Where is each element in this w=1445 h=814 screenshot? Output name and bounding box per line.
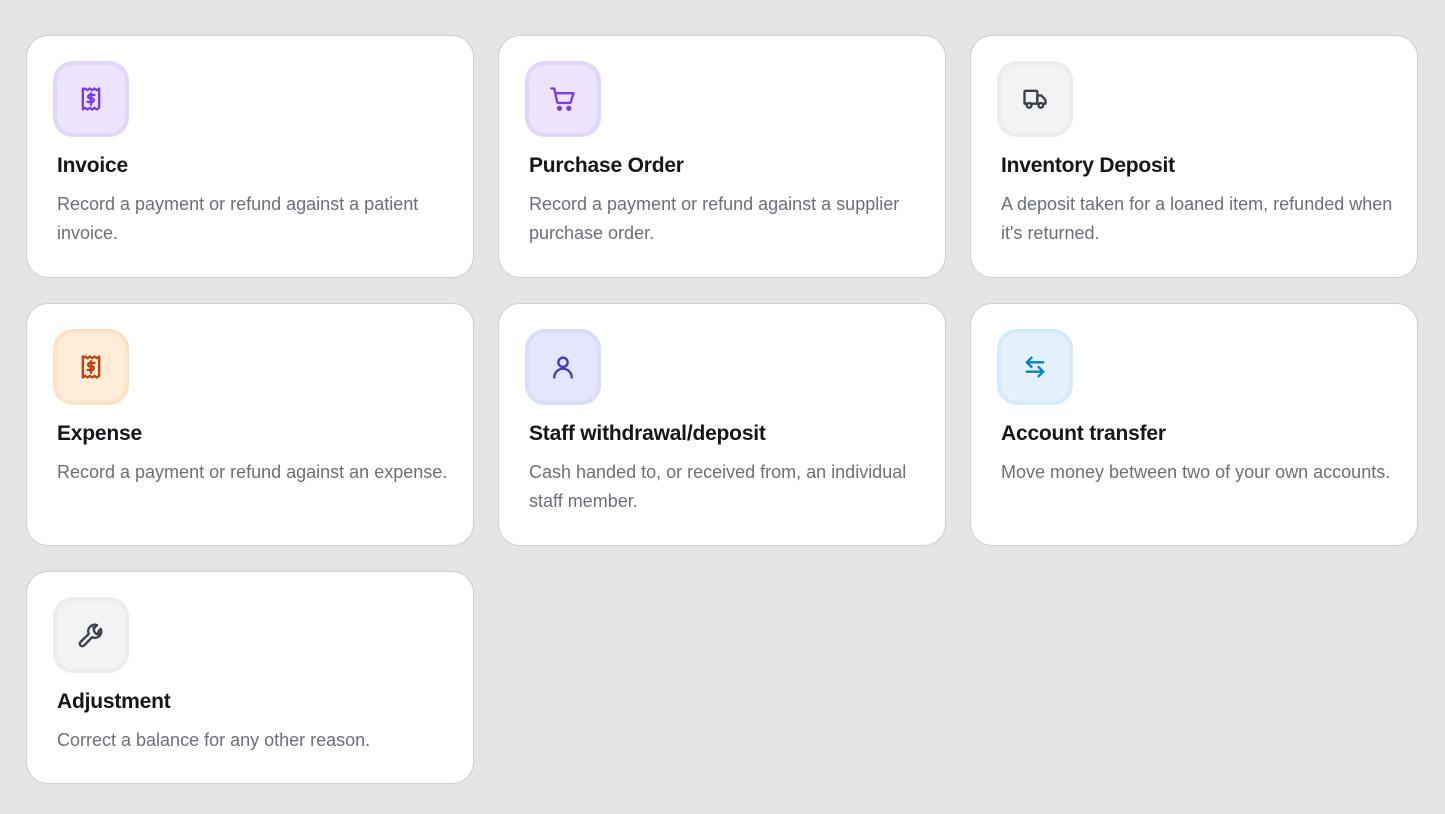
expense-card[interactable]: Expense Record a payment or refund again…: [26, 303, 474, 546]
transaction-type-grid: Invoice Record a payment or refund again…: [26, 35, 1418, 814]
account-transfer-card[interactable]: Account transfer Move money between two …: [970, 303, 1418, 546]
card-title: Invoice: [57, 154, 128, 177]
wrench-icon: [78, 623, 103, 648]
shopping-cart-icon: [550, 87, 575, 111]
adjustment-card[interactable]: Adjustment Correct a balance for any oth…: [26, 571, 474, 784]
card-description: Record a payment or refund against an ex…: [57, 462, 448, 482]
card-description: Cash handed to, or received from, an ind…: [529, 462, 907, 511]
card-title: Expense: [57, 422, 142, 445]
card-description: Correct a balance for any other reason.: [57, 730, 371, 750]
purchase-order-icon-tile: [525, 61, 601, 137]
expense-icon-tile: [53, 329, 129, 405]
invoice-card[interactable]: Invoice Record a payment or refund again…: [26, 35, 474, 278]
inventory-deposit-icon-tile: [997, 61, 1073, 137]
card-description: Move money between two of your own accou…: [1001, 462, 1391, 482]
receipt-dollar-icon: [81, 355, 101, 379]
arrows-left-right-icon: [1025, 356, 1045, 378]
card-title: Inventory Deposit: [1001, 154, 1175, 177]
user-icon: [553, 356, 573, 379]
card-title: Staff withdrawal/deposit: [529, 422, 766, 445]
purchase-order-card[interactable]: Purchase Order Record a payment or refun…: [498, 35, 946, 278]
inventory-deposit-card[interactable]: Inventory Deposit A deposit taken for a …: [970, 35, 1418, 278]
card-description: Record a payment or refund against a sup…: [529, 194, 900, 243]
truck-icon: [1023, 89, 1047, 109]
invoice-icon-tile: [53, 61, 129, 137]
adjustment-icon-tile: [53, 597, 129, 673]
receipt-dollar-icon: [81, 87, 101, 111]
staff-icon-tile: [525, 329, 601, 405]
account-transfer-icon-tile: [997, 329, 1073, 405]
card-description: A deposit taken for a loaned item, refun…: [1001, 194, 1393, 243]
card-description: Record a payment or refund against a pat…: [57, 194, 419, 243]
card-title: Account transfer: [1001, 422, 1166, 445]
staff-withdrawal-deposit-card[interactable]: Staff withdrawal/deposit Cash handed to,…: [498, 303, 946, 546]
card-title: Purchase Order: [529, 154, 684, 177]
card-title: Adjustment: [57, 690, 171, 713]
